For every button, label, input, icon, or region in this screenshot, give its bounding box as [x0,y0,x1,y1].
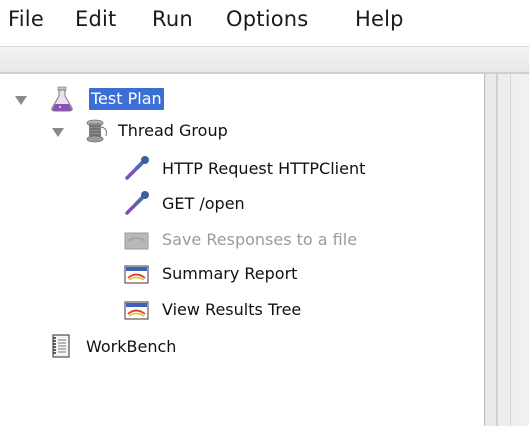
tree-node-workbench[interactable]: WorkBench [84,334,178,360]
tree-node-label: Save Responses to a file [162,230,358,249]
tree-node-save-responses[interactable]: Save Responses to a file [160,227,359,253]
pipette-icon [125,156,149,180]
graph-listener-icon [124,301,149,320]
divider-line [496,74,498,426]
tree-node-label: WorkBench [86,337,177,356]
tree-node-view-results-tree[interactable]: View Results Tree [160,297,303,323]
tree-node-summary-report[interactable]: Summary Report [160,261,299,287]
notebook-icon [52,334,70,358]
test-plan-tree[interactable]: Test Plan Thread Group HTTP Request HTTP… [0,74,485,426]
pipette-icon [125,191,149,215]
spool-icon [86,119,107,143]
tree-node-label: GET /open [162,194,245,213]
toolbar [0,46,529,75]
menu-options[interactable]: Options [226,7,308,31]
tree-node-label: HTTP Request HTTPClient [162,159,366,178]
tree-node-label: View Results Tree [162,300,302,319]
tree-node-test-plan[interactable]: Test Plan [89,86,164,112]
disabled-listener-icon [124,232,149,250]
tree-node-label: Test Plan [89,88,164,110]
menu-file[interactable]: File [8,7,44,31]
expand-arrow-icon[interactable] [52,128,64,137]
tree-node-http-request[interactable]: HTTP Request HTTPClient [160,156,367,182]
tree-node-label: Thread Group [118,121,228,140]
divider-line [510,74,511,426]
tree-node-get-open[interactable]: GET /open [160,191,247,217]
flask-icon [51,86,73,112]
menu-help[interactable]: Help [355,7,404,31]
tree-node-label: Summary Report [162,264,298,283]
split-pane-divider[interactable] [485,74,529,426]
menu-run[interactable]: Run [152,7,193,31]
menu-bar: File Edit Run Options Help [0,0,529,46]
menu-edit[interactable]: Edit [75,7,116,31]
tree-node-thread-group[interactable]: Thread Group [116,118,230,144]
graph-listener-icon [124,265,149,284]
expand-arrow-icon[interactable] [15,96,27,105]
